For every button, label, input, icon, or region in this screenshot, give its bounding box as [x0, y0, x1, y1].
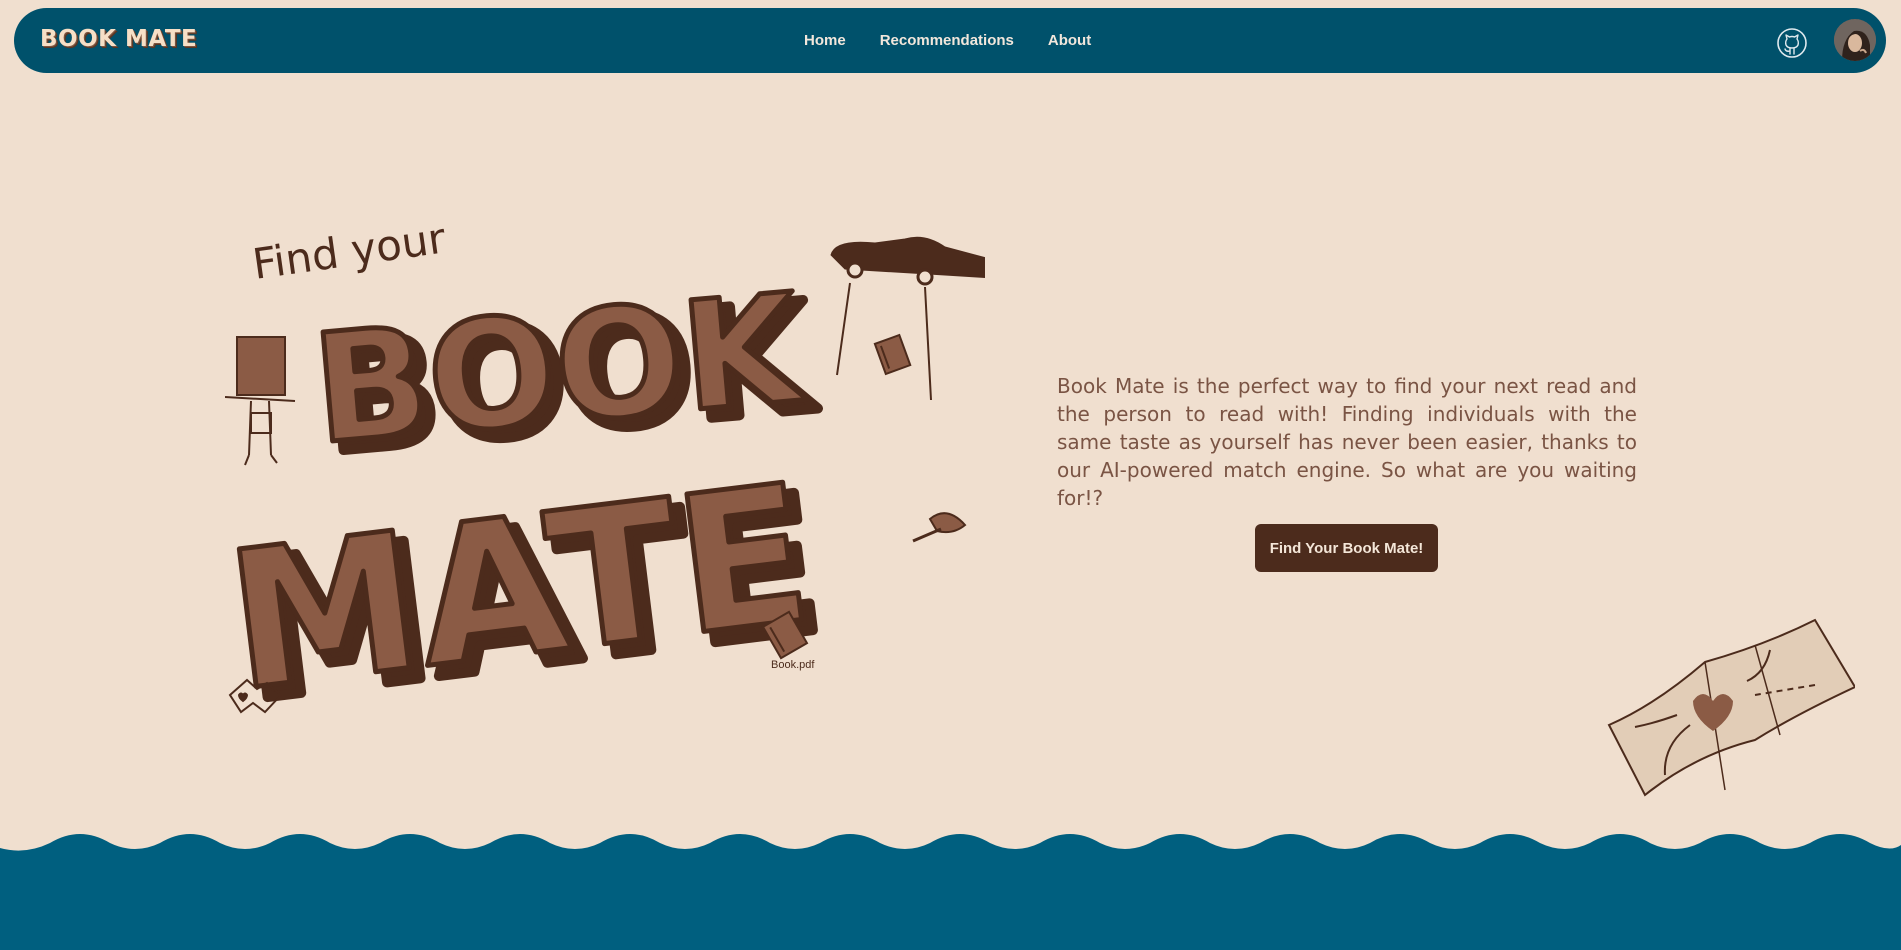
treasure-map-icon — [1607, 618, 1855, 797]
logo[interactable]: BOOK MATE — [40, 26, 197, 52]
nav-links: Home Recommendations About — [804, 32, 1091, 49]
book-pdf-caption: Book.pdf — [771, 659, 815, 671]
hero-tagline: Find your — [250, 225, 449, 289]
nav-link-home[interactable]: Home — [804, 32, 846, 49]
find-book-mate-button[interactable]: Find Your Book Mate! — [1255, 524, 1438, 572]
nav-link-about[interactable]: About — [1048, 32, 1091, 49]
page: BOOK MATE Home Recommendations About Fin… — [0, 0, 1901, 950]
github-icon[interactable] — [1776, 27, 1808, 59]
hero-illustration: Find your BOOK BOOK MATE MATE Book.pdf — [215, 213, 1009, 749]
nav-link-recommendations[interactable]: Recommendations — [880, 32, 1014, 49]
boxhead-figure-icon — [224, 336, 296, 466]
book-icon — [873, 333, 912, 376]
car-icon — [830, 236, 1009, 401]
navbar: BOOK MATE Home Recommendations About — [14, 8, 1886, 73]
fortune-cookie-icon — [912, 512, 967, 543]
hero-description: Book Mate is the perfect way to find you… — [1057, 374, 1637, 510]
wave-footer — [0, 834, 1901, 950]
user-avatar[interactable] — [1834, 19, 1876, 61]
